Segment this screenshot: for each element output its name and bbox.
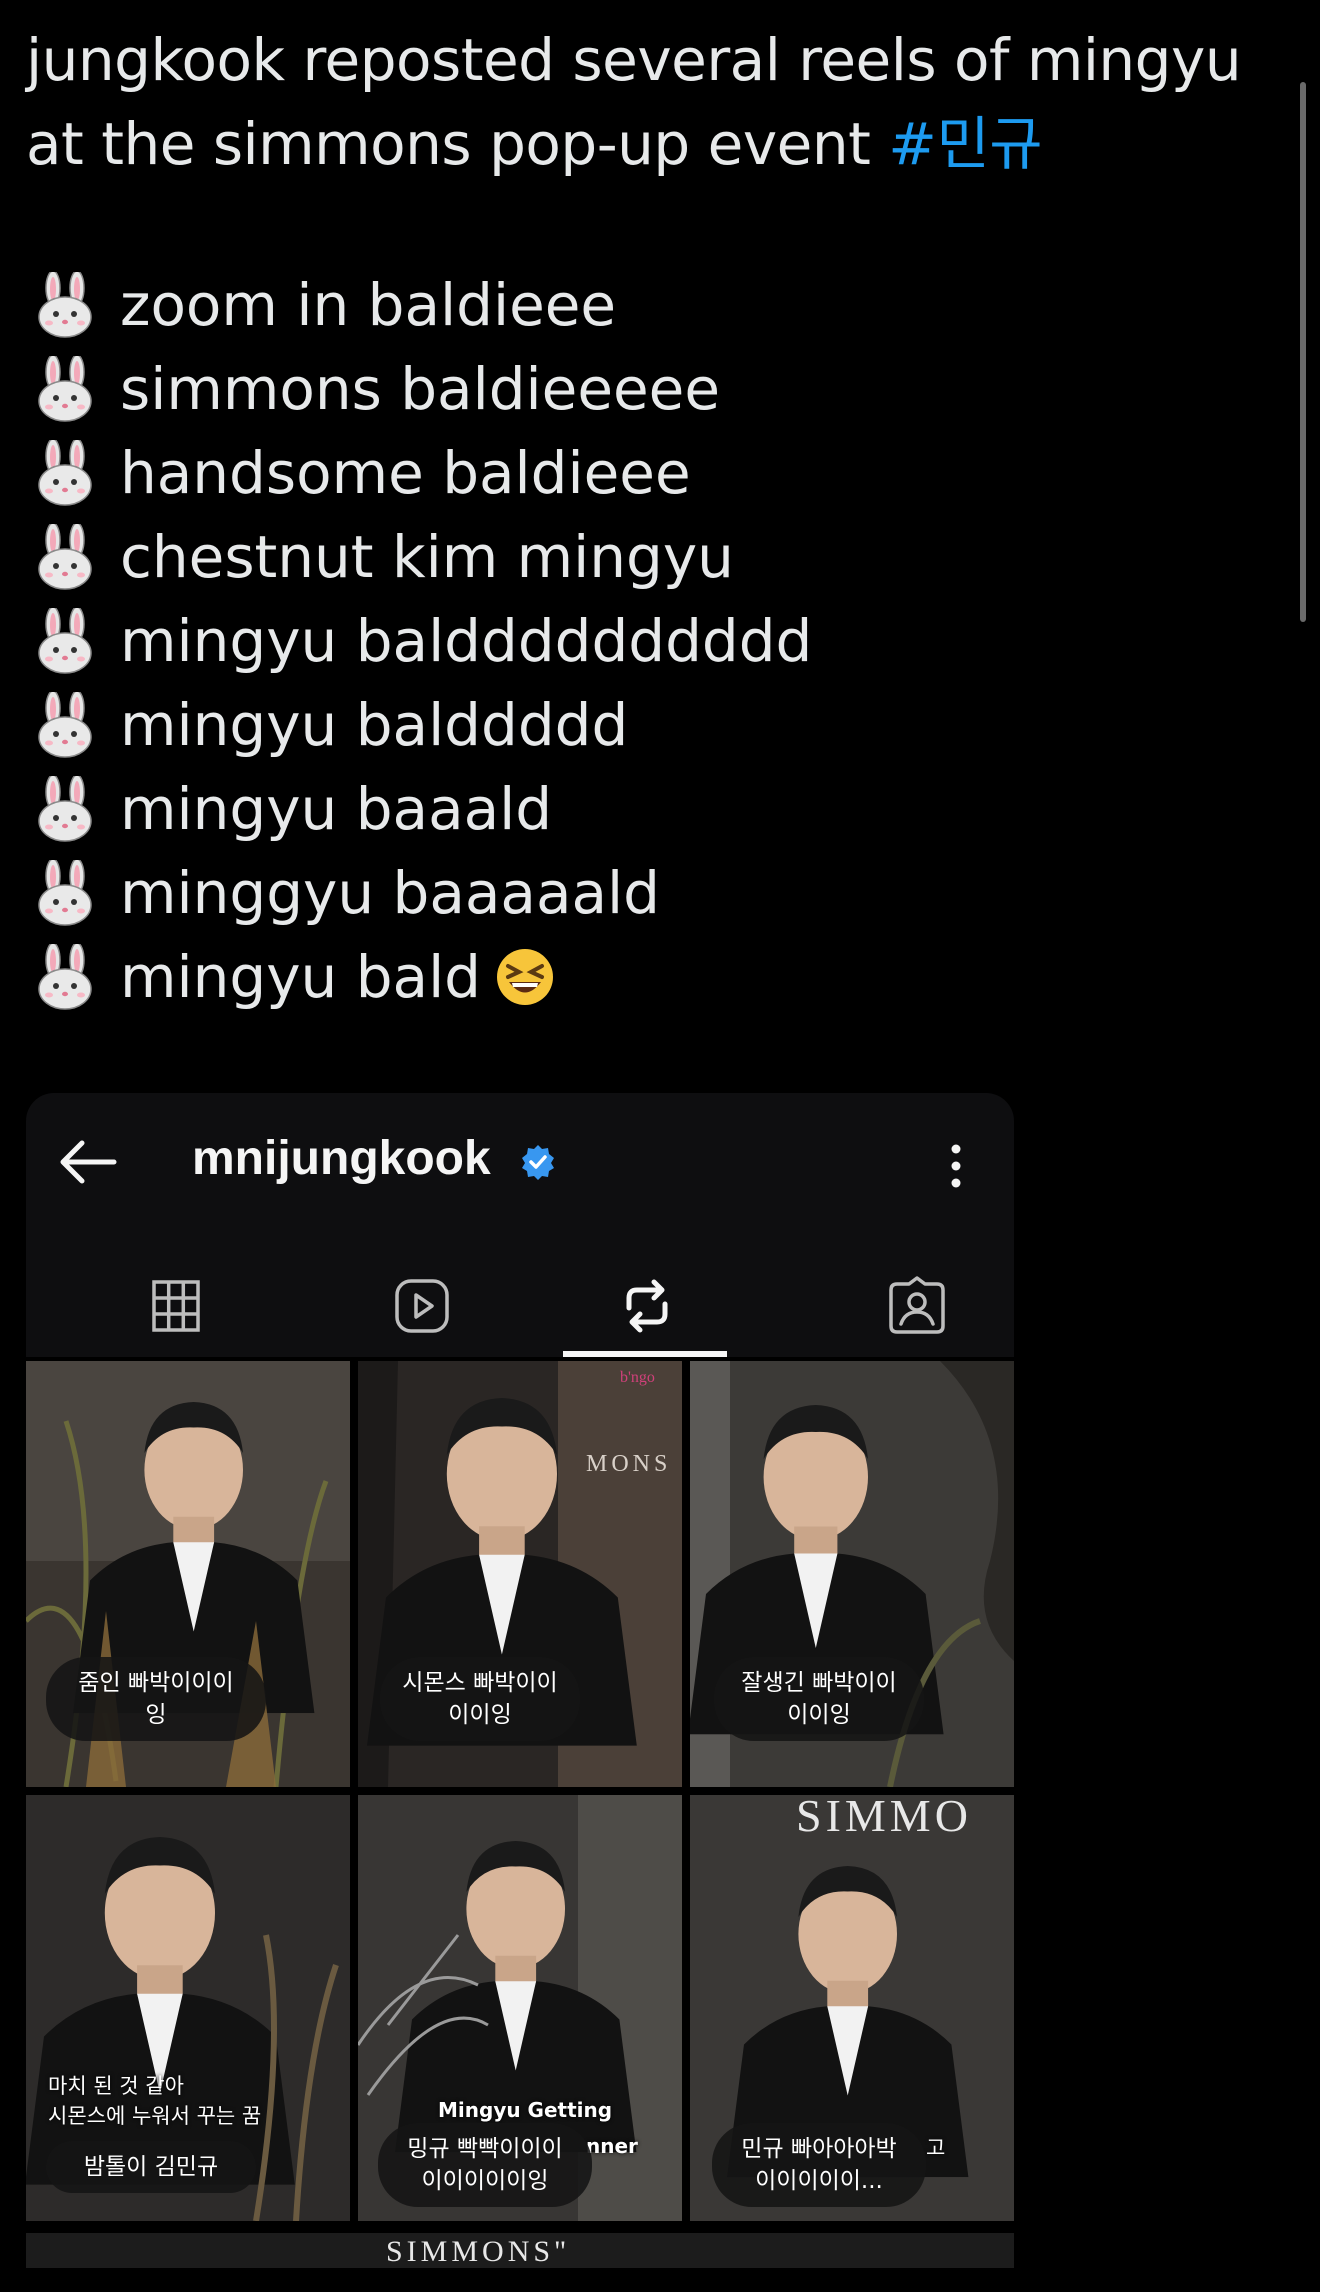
list-item: chestnut kim mingyu	[36, 515, 812, 599]
rabbit-face-icon	[36, 524, 94, 590]
reel-caption: 줌인 빠박이이이 잉	[46, 1657, 266, 1741]
list-item: mingyu baldddddddddd	[36, 599, 812, 683]
overlay-line: Mingyu Getting	[438, 2098, 613, 2122]
reels-icon	[394, 1279, 449, 1333]
hashtag-link[interactable]: #민규	[888, 110, 1042, 178]
reel-caption: 시몬스 빠박이이 이이잉	[380, 1657, 580, 1741]
next-row-preview: SIMMONS"	[26, 2233, 1014, 2268]
reel-thumbnail[interactable]: SIMMO 고 민규 빠아아아박 이이이이이...	[690, 1795, 1014, 2221]
reel-thumbnail[interactable]: 줌인 빠박이이이 잉	[26, 1361, 350, 1787]
rabbit-face-icon	[36, 776, 94, 842]
list-item: minggyu baaaaald	[36, 851, 812, 935]
rabbit-face-icon	[36, 860, 94, 926]
reel-thumbnail[interactable]: MONS b'ngo 시몬스 빠박이이 이이잉	[358, 1361, 682, 1787]
rabbit-face-icon	[36, 440, 94, 506]
reel-thumbnail[interactable]: 잘생긴 빠박이이 이이잉	[690, 1361, 1014, 1787]
brand-logo: b'ngo	[620, 1369, 655, 1386]
rabbit-face-icon	[36, 272, 94, 338]
more-options-icon[interactable]	[946, 1143, 966, 1189]
overlay-line: 고	[926, 2136, 946, 2160]
rabbit-face-icon	[36, 608, 94, 674]
grid-icon	[151, 1280, 200, 1332]
list-item: handsome baldieee	[36, 431, 812, 515]
profile-username: mnijungkook	[192, 1132, 491, 1185]
verified-badge-icon	[522, 1145, 554, 1180]
list-item: simmons baldieeeee	[36, 347, 812, 431]
overlay-line: 마치 된 것 같아	[48, 2074, 184, 2098]
sign-text: SIMMONS"	[386, 2235, 571, 2268]
rabbit-face-icon	[36, 356, 94, 422]
overlay-line: nner	[586, 2134, 638, 2158]
grinning-squinting-face-icon	[497, 949, 553, 1005]
reel-thumbnail[interactable]: 마치 된 것 같아 시몬스에 누워서 꾸는 꿈 밤톨이 김민규	[26, 1795, 350, 2221]
tab-posts[interactable]	[52, 1273, 299, 1357]
sign-text: SIMMO	[796, 1795, 972, 1841]
tab-reels[interactable]	[298, 1273, 545, 1357]
tagged-icon	[888, 1276, 945, 1334]
scrollbar[interactable]	[1300, 82, 1306, 622]
tab-reposts[interactable]	[523, 1273, 770, 1357]
reel-caption: 잘생긴 빠박이이 이이잉	[714, 1657, 924, 1741]
tab-tagged[interactable]	[793, 1273, 1014, 1357]
list-item: mingyu baaald	[36, 767, 812, 851]
back-arrow-icon[interactable]	[56, 1137, 120, 1187]
tweet-intro: jungkook reposted several reels of mingy…	[26, 26, 1242, 178]
rabbit-face-icon	[36, 692, 94, 758]
repost-icon	[626, 1279, 667, 1333]
list-item: mingyu balddddd	[36, 683, 812, 767]
list-item: mingyu bald	[36, 935, 812, 1019]
ig-profile-header: mnijungkook	[26, 1093, 1014, 1273]
tweet-list: zoom in baldieee simmons baldieeeee hand…	[36, 263, 812, 1019]
tweet-text: jungkook reposted several reels of mingy…	[26, 18, 1276, 186]
reel-thumbnail[interactable]: Mingyu Getting nner 밍규 빡빡이이이 이이이이이잉	[358, 1795, 682, 2221]
reel-caption: 밤톨이 김민규	[46, 2141, 256, 2193]
overlay-line: 시몬스에 누워서 꾸는 꿈	[48, 2104, 262, 2128]
rabbit-face-icon	[36, 944, 94, 1010]
sign-text: MONS	[586, 1451, 672, 1477]
active-tab-indicator	[563, 1351, 727, 1357]
profile-tabs	[26, 1273, 1014, 1357]
reel-caption: 밍규 빡빡이이이 이이이이이잉	[378, 2123, 592, 2207]
list-item: zoom in baldieee	[36, 263, 812, 347]
reel-caption: 민규 빠아아아박 이이이이이...	[712, 2123, 926, 2207]
instagram-screenshot: mnijungkook 줌인 빠박이이이 잉 MONS b'ngo 시몬스 빠박…	[26, 1093, 1014, 2268]
